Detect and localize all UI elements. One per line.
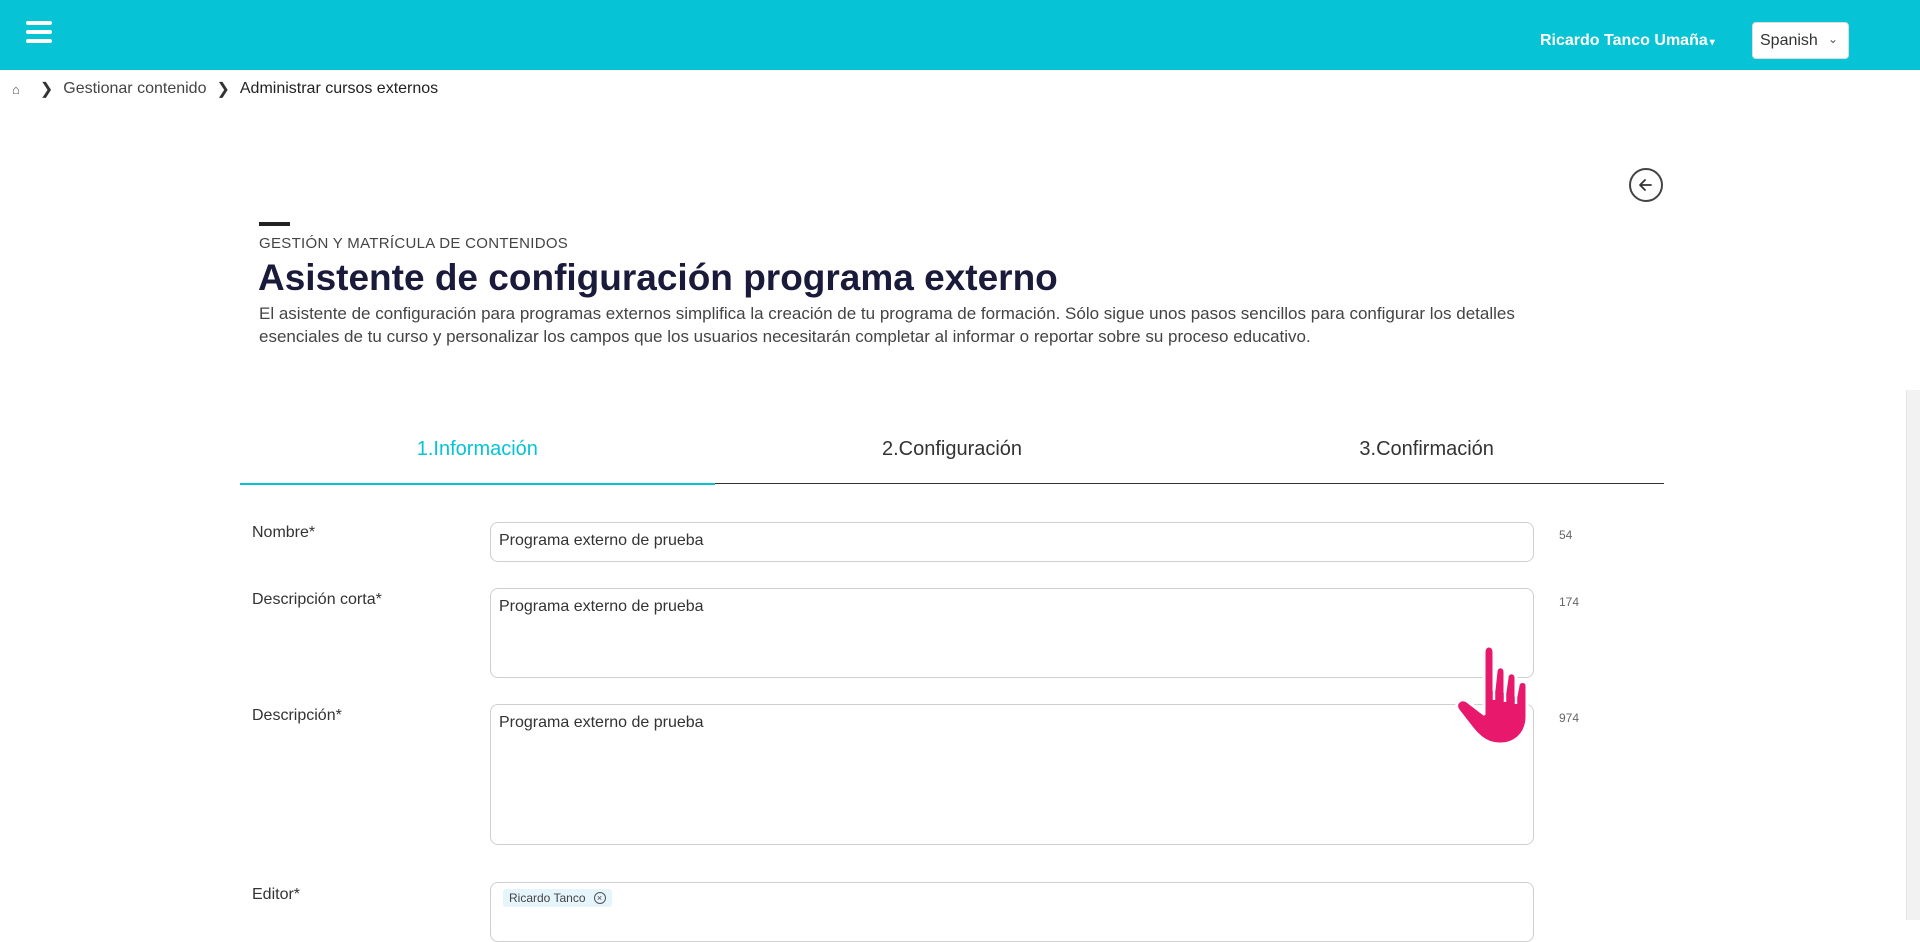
editor-tag: Ricardo Tanco × bbox=[503, 889, 612, 907]
scrollbar[interactable] bbox=[1906, 390, 1920, 920]
hand-pointer-cursor-icon bbox=[1455, 644, 1529, 746]
nombre-input[interactable]: Programa externo de prueba bbox=[490, 522, 1534, 562]
chevron-right-icon: ❯ bbox=[216, 81, 230, 98]
chevron-right-icon: ❯ bbox=[39, 81, 54, 98]
descripcion-label: Descripción* bbox=[252, 707, 342, 724]
breadcrumb: ⌂ ❯ Gestionar contenido ❯ Administrar cu… bbox=[12, 79, 438, 99]
top-navigation-bar: Ricardo Tanco Umaña ▾ Spanish ⌄ bbox=[0, 0, 1920, 70]
tab-confirmacion[interactable]: 3.Confirmación bbox=[1189, 438, 1664, 483]
page-title: Asistente de configuración programa exte… bbox=[258, 257, 1058, 298]
user-menu[interactable]: Ricardo Tanco Umaña ▾ bbox=[1540, 32, 1715, 50]
editor-label: Editor* bbox=[252, 886, 301, 903]
back-arrow-icon[interactable] bbox=[1629, 168, 1663, 202]
page-eyebrow: GESTIÓN Y MATRÍCULA DE CONTENIDOS bbox=[259, 235, 569, 252]
tab-configuracion[interactable]: 2.Configuración bbox=[715, 438, 1190, 483]
breadcrumb-item-gestionar-contenido[interactable]: Gestionar contenido bbox=[63, 80, 206, 98]
user-name: Ricardo Tanco Umaña bbox=[1540, 32, 1708, 49]
home-icon[interactable]: ⌂ bbox=[12, 82, 20, 97]
breadcrumb-item-current: Administrar cursos externos bbox=[239, 80, 439, 97]
descripcion-textarea[interactable]: Programa externo de prueba bbox=[490, 704, 1534, 845]
caret-down-icon: ▾ bbox=[1709, 37, 1715, 48]
editor-multiselect[interactable]: Ricardo Tanco × bbox=[490, 882, 1534, 942]
descripcion-corta-textarea[interactable]: Programa externo de prueba bbox=[490, 588, 1534, 678]
nombre-char-count: 54 bbox=[1559, 528, 1573, 542]
page-description: El asistente de configuración para progr… bbox=[259, 304, 1515, 346]
remove-tag-icon[interactable]: × bbox=[593, 892, 606, 904]
language-value: Spanish bbox=[1760, 32, 1818, 49]
wizard-steps: 1.Información 2.Configuración 3.Confirma… bbox=[240, 438, 1664, 485]
nombre-label: Nombre* bbox=[252, 524, 316, 541]
editor-tag-label: Ricardo Tanco bbox=[509, 891, 586, 905]
tab-informacion[interactable]: 1.Información bbox=[240, 438, 715, 485]
hamburger-menu-icon[interactable] bbox=[26, 21, 52, 45]
heading-accent-line bbox=[259, 222, 290, 226]
language-select[interactable]: Spanish ⌄ bbox=[1752, 22, 1849, 59]
chevron-down-icon: ⌄ bbox=[1827, 32, 1838, 46]
descripcion-corta-char-count: 174 bbox=[1559, 595, 1580, 609]
descripcion-corta-label: Descripción corta* bbox=[252, 591, 382, 608]
descripcion-char-count: 974 bbox=[1559, 711, 1580, 725]
